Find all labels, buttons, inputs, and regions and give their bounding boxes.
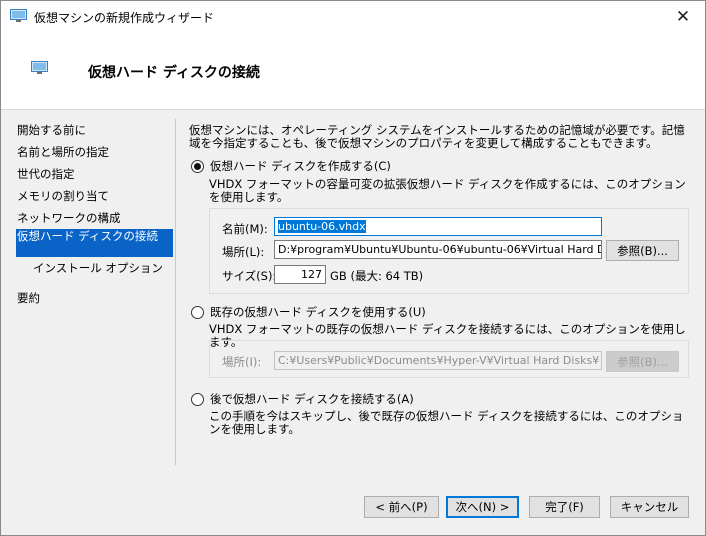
step-memory[interactable]: メモリの割り当て: [16, 185, 173, 207]
radio-selected-dot: [194, 162, 201, 170]
radio-later-label: 後で仮想ハード ディスクを接続する(A): [210, 392, 414, 406]
name-label: 名前(M):: [222, 222, 268, 236]
window-title: 仮想マシンの新規作成ウィザード: [34, 11, 215, 25]
radio-button[interactable]: [191, 392, 204, 406]
radio-create-vhd[interactable]: 仮想ハード ディスクを作成する(C): [191, 158, 391, 174]
size-label: サイズ(S):: [222, 269, 277, 283]
create-description: VHDX フォーマットの容量可変の拡張仮想ハード ディスクを作成するには、このオ…: [209, 177, 686, 204]
browse-existing-button[interactable]: 参照(B)...: [606, 351, 679, 372]
radio-use-existing-vhd[interactable]: 既存の仮想ハード ディスクを使用する(U): [191, 304, 426, 320]
step-connect-vhd[interactable]: 仮想ハード ディスクの接続: [16, 229, 173, 257]
radio-attach-later[interactable]: 後で仮想ハード ディスクを接続する(A): [191, 391, 414, 407]
page-title: 仮想ハード ディスクの接続: [88, 65, 260, 81]
step-install-options[interactable]: インストール オプション: [16, 257, 173, 287]
nav-divider: [175, 119, 176, 465]
radio-button[interactable]: [191, 159, 204, 173]
wizard-steps: 開始する前に 名前と場所の指定 世代の指定 メモリの割り当て ネットワークの構成…: [16, 119, 173, 309]
later-description: この手順を今はスキップし、後で既存の仮想ハード ディスクを接続するには、このオプ…: [209, 409, 684, 436]
existing-location-label: 場所(I):: [222, 355, 262, 369]
create-options-group: 名前(M): ubuntu-06.vhdx 場所(L): D:¥program¥…: [209, 208, 689, 294]
step-summary[interactable]: 要約: [16, 287, 173, 309]
step-name-location[interactable]: 名前と場所の指定: [16, 141, 173, 163]
vhd-size-input[interactable]: 127: [274, 265, 326, 284]
step-generation[interactable]: 世代の指定: [16, 163, 173, 185]
virtual-machine-icon: [10, 9, 27, 22]
browse-location-button[interactable]: 参照(B)...: [606, 240, 679, 261]
finish-button[interactable]: 完了(F): [529, 496, 600, 518]
existing-location-input[interactable]: C:¥Users¥Public¥Documents¥Hyper-V¥Virtua…: [274, 351, 602, 370]
intro-text: 仮想マシンには、オペレーティング システムをインストールするための記憶域が必要で…: [189, 123, 685, 150]
radio-button[interactable]: [191, 305, 204, 319]
title-bar: 仮想マシンの新規作成ウィザード ✕: [1, 1, 705, 32]
vhd-location-input[interactable]: D:¥program¥Ubuntu¥Ubuntu-06¥ubuntu-06¥Vi…: [274, 240, 602, 259]
vhd-name-input[interactable]: ubuntu-06.vhdx: [274, 217, 602, 236]
virtual-machine-icon: [31, 61, 48, 74]
radio-existing-label: 既存の仮想ハード ディスクを使用する(U): [210, 305, 426, 319]
vhd-name-value: ubuntu-06.vhdx: [278, 220, 366, 233]
wizard-window: 仮想マシンの新規作成ウィザード ✕ 仮想ハード ディスクの接続 開始する前に 名…: [0, 0, 706, 536]
next-button[interactable]: 次へ(N) >: [446, 496, 519, 518]
size-unit-label: GB (最大: 64 TB): [330, 269, 424, 283]
previous-button[interactable]: < 前へ(P): [364, 496, 439, 518]
step-network[interactable]: ネットワークの構成: [16, 207, 173, 229]
cancel-button[interactable]: キャンセル: [610, 496, 689, 518]
step-before-you-begin[interactable]: 開始する前に: [16, 119, 173, 141]
close-icon: ✕: [675, 6, 691, 27]
radio-create-label: 仮想ハード ディスクを作成する(C): [210, 159, 391, 173]
close-button[interactable]: ✕: [661, 1, 705, 32]
location-label: 場所(L):: [222, 245, 265, 259]
page-header: 仮想ハード ディスクの接続: [1, 32, 705, 110]
existing-options-group: 場所(I): C:¥Users¥Public¥Documents¥Hyper-V…: [209, 340, 689, 378]
